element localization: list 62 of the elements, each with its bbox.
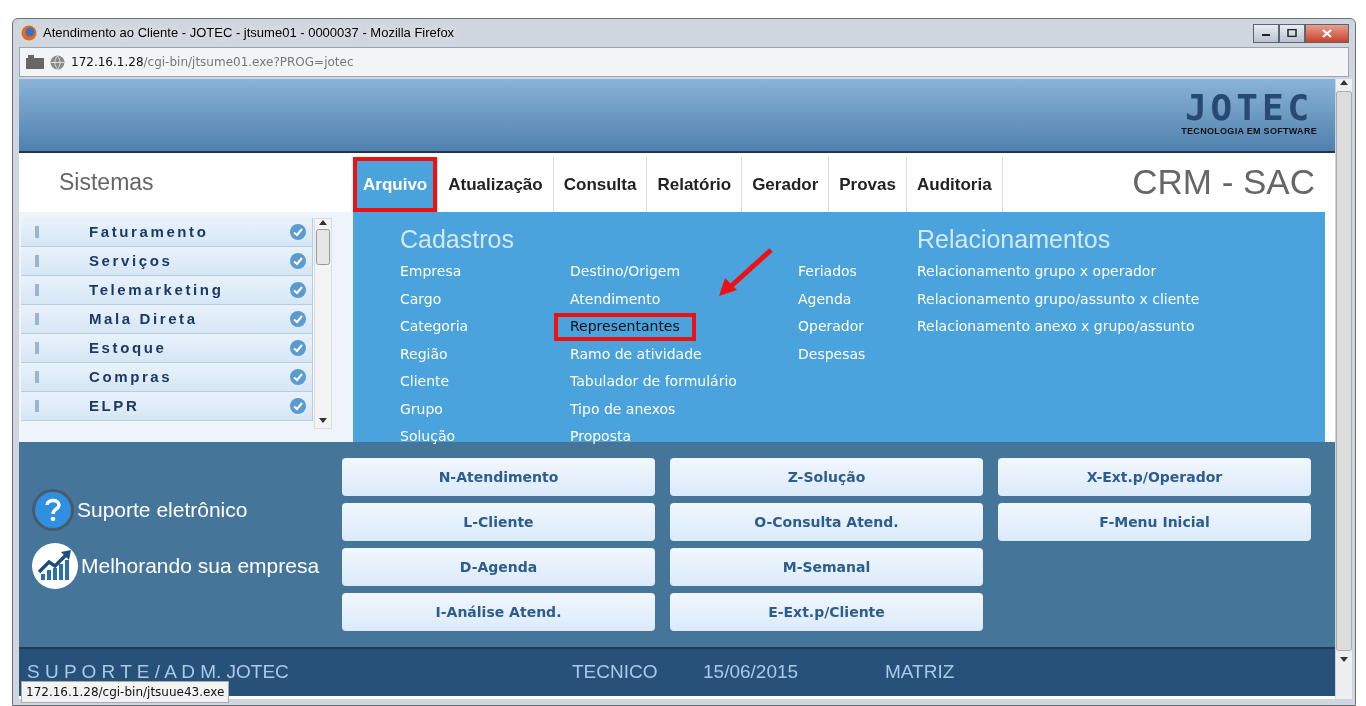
date-text: 15/06/2015 [703, 660, 800, 685]
shortcut-button[interactable]: O-Consulta Atend. [670, 503, 983, 541]
scroll-down-icon [319, 418, 327, 424]
app-title: CRM - SAC [1132, 161, 1316, 204]
shortcut-button[interactable]: I-Análise Atend. [342, 593, 655, 631]
maximize-button[interactable] [1279, 23, 1305, 43]
globe-icon [50, 54, 65, 70]
scroll-up-icon [1340, 79, 1348, 85]
sidebar-item[interactable]: Compras [21, 363, 313, 392]
section-heading: Cadastros [400, 224, 515, 254]
scroll-up-icon [319, 219, 327, 225]
check-circle-icon [290, 253, 306, 269]
shortcut-button[interactable]: N-Atendimento [342, 458, 655, 496]
logo-text: JOTEC [1184, 91, 1314, 126]
check-circle-icon [290, 369, 306, 385]
scrollbar[interactable] [314, 218, 332, 429]
sidebar-item[interactable]: ELPR [21, 392, 313, 421]
close-button[interactable] [1305, 23, 1349, 43]
minimize-button[interactable] [1253, 23, 1279, 43]
window-title: Atendimento ao Cliente - JOTEC - jtsume01 - 0000037 - Mozilla Firefox [43, 24, 455, 43]
sidebar-item[interactable]: Faturamento [21, 218, 313, 247]
branch-text: MATRIZ [885, 660, 955, 685]
shortcut-button[interactable]: L-Cliente [342, 503, 655, 541]
section-heading: Relacionamentos [917, 224, 1112, 254]
check-circle-icon [290, 224, 306, 240]
sidebar-item[interactable]: Telemarketing [21, 276, 313, 305]
maximize-icon [1287, 29, 1297, 37]
folder-icon [26, 55, 44, 69]
sidebar-title: Sistemas [58, 168, 155, 198]
check-circle-icon [290, 282, 306, 298]
role-text: TECNICO [572, 660, 659, 685]
browser-logo-icon [21, 25, 37, 41]
logo-tagline: TECNOLOGIA EM SOFTWARE [1181, 125, 1317, 139]
sidebar-item[interactable]: Estoque [21, 334, 313, 363]
sidebar-item[interactable]: Mala Direta [21, 305, 313, 334]
shortcut-button[interactable]: X-Ext.p/Operador [998, 458, 1311, 496]
shortcut-button[interactable]: M-Semanal [670, 548, 983, 586]
shortcut-button[interactable]: F-Menu Inicial [998, 503, 1311, 541]
url-text: 172.16.1.28/cgi-bin/jtsume01.exe?PROG=jotec [71, 54, 354, 71]
grip-icon [35, 284, 39, 296]
support-link[interactable]: Suporte eletrônico [31, 485, 342, 534]
check-circle-icon [290, 398, 306, 414]
grip-icon [35, 400, 39, 412]
grip-icon [35, 313, 39, 325]
check-circle-icon [290, 311, 306, 327]
grip-icon [35, 371, 39, 383]
check-circle-icon [290, 340, 306, 356]
shortcut-button[interactable]: D-Agenda [342, 548, 655, 586]
menu-link[interactable]: Representantes [554, 313, 696, 341]
scroll-thumb[interactable] [316, 229, 330, 265]
grip-icon [35, 342, 39, 354]
growth-chart-icon [31, 541, 79, 590]
address-bar[interactable]: 172.16.1.28/cgi-bin/jtsume01.exe?PROG=jotec [19, 47, 1349, 77]
support-link[interactable]: Melhorando sua empresa [31, 541, 342, 590]
shortcut-button[interactable]: E-Ext.p/Cliente [670, 593, 983, 631]
close-icon [1322, 28, 1332, 38]
grip-icon [35, 226, 39, 238]
grip-icon [35, 255, 39, 267]
sidebar-item[interactable]: Serviços [21, 247, 313, 276]
link-tooltip: 172.16.1.28/cgi-bin/jtsuue43.exe [21, 681, 230, 703]
shortcut-button[interactable]: Z-Solução [670, 458, 983, 496]
scroll-down-icon [1340, 657, 1348, 663]
